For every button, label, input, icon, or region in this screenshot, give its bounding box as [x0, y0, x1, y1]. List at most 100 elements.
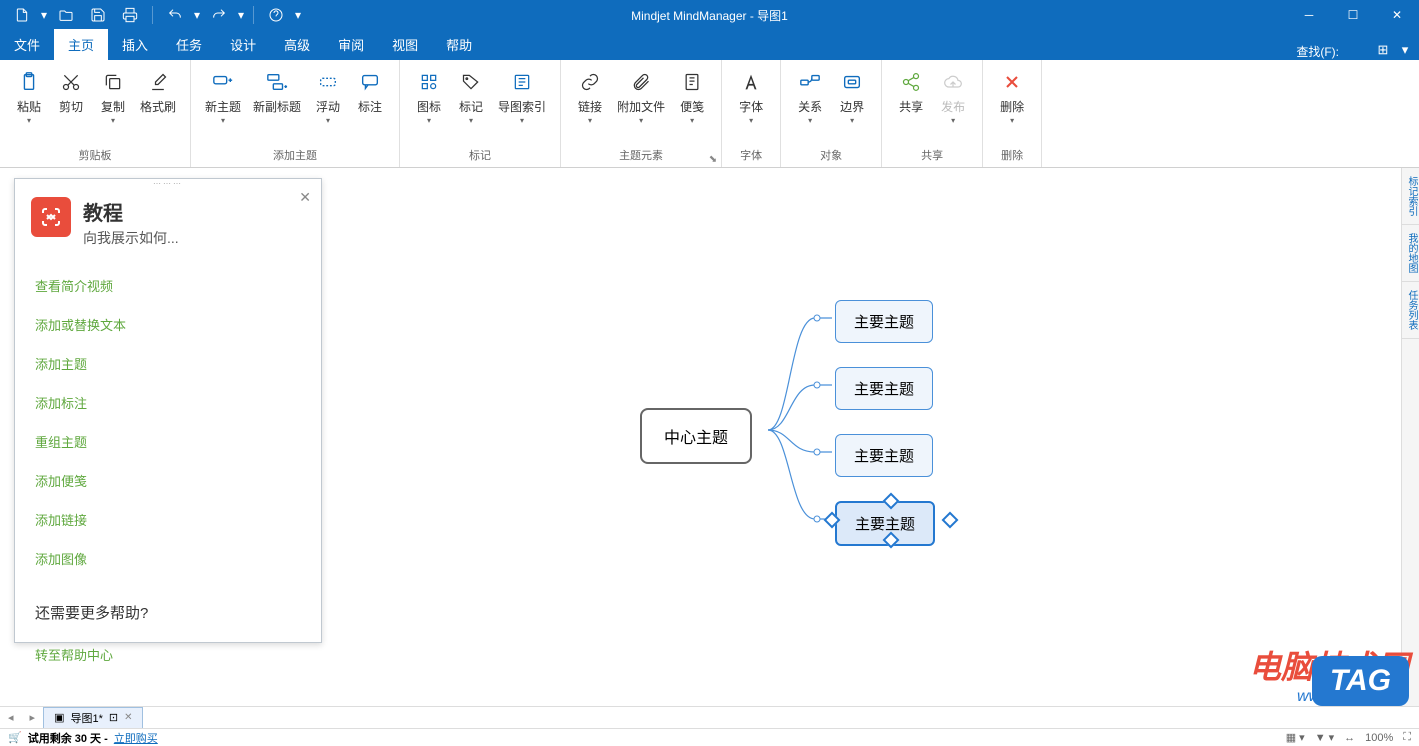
fullscreen-icon[interactable]: ⛶ [1403, 731, 1411, 744]
doctab-prev[interactable]: ◂ [0, 711, 22, 724]
tab-help[interactable]: 帮助 [432, 29, 486, 60]
tab-file[interactable]: 文件 [0, 29, 54, 60]
cut-button[interactable]: 剪切 [50, 66, 92, 116]
ribbon-group-markers: 图标▾ 标记▾ 导图索引▾ 标记 [400, 60, 561, 167]
search-area: 查找(F): [1296, 43, 1339, 60]
tutorial-help-center-link[interactable]: 转至帮助中心 [35, 635, 301, 674]
share-button[interactable]: 共享 [890, 66, 932, 116]
doctab-pin-icon[interactable]: ⊡ [109, 711, 118, 724]
central-topic[interactable]: 中心主题 [640, 408, 752, 464]
group-label-font: 字体 [722, 145, 780, 167]
trial-icon: 🛒 [8, 731, 22, 744]
maximize-button[interactable]: ☐ [1331, 0, 1375, 30]
quick-access-toolbar: ▾ ▾ ▾ ▾ [0, 3, 302, 27]
tab-review[interactable]: 审阅 [324, 29, 378, 60]
float-button[interactable]: 浮动▾ [307, 66, 349, 127]
redo-dropdown[interactable]: ▾ [237, 3, 245, 27]
attach-button[interactable]: 附加文件▾ [611, 66, 671, 127]
open-file-button[interactable] [52, 3, 80, 27]
tutorial-link-reorganize[interactable]: 重组主题 [35, 422, 301, 461]
tab-insert[interactable]: 插入 [108, 29, 162, 60]
doctab-close[interactable]: ✕ [124, 712, 132, 723]
new-file-dropdown[interactable]: ▾ [40, 3, 48, 27]
subtopic-2[interactable]: 主要主题 [835, 367, 933, 410]
link-button[interactable]: 链接▾ [569, 66, 611, 127]
document-tab-bar: ◂ ▸ ▣ 导图1* ⊡ ✕ [0, 706, 1419, 728]
new-file-button[interactable] [8, 3, 36, 27]
side-tab-markers[interactable]: 标记索引 [1402, 168, 1419, 225]
zoom-fit-icon[interactable]: ↔ [1344, 732, 1355, 744]
group-label-add-topic: 添加主题 [191, 145, 399, 167]
panel-drag-handle[interactable]: ⋯⋯⋯ [15, 179, 321, 187]
map-index-button[interactable]: 导图索引▾ [492, 66, 552, 127]
group-label-markers: 标记 [400, 145, 560, 167]
ribbon-group-delete: 删除▾ 删除 [983, 60, 1042, 167]
tutorial-title: 教程 [83, 197, 179, 226]
delete-button[interactable]: 删除▾ [991, 66, 1033, 127]
side-tab-mymaps[interactable]: 我的地图 [1402, 225, 1419, 282]
new-topic-button[interactable]: 新主题▾ [199, 66, 247, 127]
close-window-button[interactable]: ✕ [1375, 0, 1419, 30]
buy-link[interactable]: 立即购买 [114, 730, 158, 746]
relation-button[interactable]: 关系▾ [789, 66, 831, 127]
undo-dropdown[interactable]: ▾ [193, 3, 201, 27]
zoom-level[interactable]: 100% [1365, 732, 1393, 744]
tutorial-link-add-note[interactable]: 添加便笺 [35, 461, 301, 500]
ribbon-layout-icon[interactable]: ▾ [1395, 40, 1415, 60]
save-button[interactable] [84, 3, 112, 27]
filter-icon[interactable]: ▼ ▾ [1315, 731, 1334, 744]
redo-button[interactable] [205, 3, 233, 27]
elements-launcher[interactable]: ⬊ [709, 154, 717, 165]
tab-home[interactable]: 主页 [54, 29, 108, 60]
tutorial-link-add-callout[interactable]: 添加标注 [35, 383, 301, 422]
format-painter-button[interactable]: 格式刷 [134, 66, 182, 116]
new-subtopic-button[interactable]: 新副标题 [247, 66, 307, 116]
copy-button[interactable]: 复制▾ [92, 66, 134, 127]
tutorial-logo-icon [31, 197, 71, 237]
ribbon-group-add-topic: 新主题▾ 新副标题 浮动▾ 标注 添加主题 [191, 60, 400, 167]
tag-button[interactable]: 标记▾ [450, 66, 492, 127]
print-button[interactable] [116, 3, 144, 27]
ribbon: 粘贴▾ 剪切 复制▾ 格式刷 剪贴板 新主题▾ [0, 60, 1419, 168]
tab-design[interactable]: 设计 [216, 29, 270, 60]
tutorial-link-add-link[interactable]: 添加链接 [35, 500, 301, 539]
ribbon-options-icon[interactable]: ⊞ [1373, 40, 1393, 60]
tab-task[interactable]: 任务 [162, 29, 216, 60]
doctab-next[interactable]: ▸ [22, 711, 44, 724]
minimize-button[interactable]: ─ [1287, 0, 1331, 30]
group-label-object: 对象 [781, 145, 881, 167]
view-mode-icon[interactable]: ▦ ▾ [1286, 731, 1305, 744]
tutorial-link-intro-video[interactable]: 查看简介视频 [35, 266, 301, 305]
subtopic-3[interactable]: 主要主题 [835, 434, 933, 477]
icon-marker-button[interactable]: 图标▾ [408, 66, 450, 127]
tutorial-link-add-image[interactable]: 添加图像 [35, 539, 301, 578]
window-title: Mindjet MindManager - 导图1 [631, 7, 788, 24]
group-label-elements: 主题元素⬊ [561, 145, 721, 167]
tutorial-link-add-topic[interactable]: 添加主题 [35, 344, 301, 383]
publish-button: 发布▾ [932, 66, 974, 127]
help-dropdown[interactable]: ▾ [294, 3, 302, 27]
doctab-label: 导图1* [70, 710, 102, 726]
document-tab[interactable]: ▣ 导图1* ⊡ ✕ [43, 707, 143, 729]
undo-button[interactable] [161, 3, 189, 27]
statusbar: 🛒 试用剩余 30 天 - 立即购买 ▦ ▾ ▼ ▾ ↔ 100% ⛶ [0, 728, 1419, 746]
tab-view[interactable]: 视图 [378, 29, 432, 60]
panel-close-button[interactable]: ✕ [299, 189, 311, 206]
paste-button[interactable]: 粘贴▾ [8, 66, 50, 127]
ribbon-group-elements: 链接▾ 附加文件▾ 便笺▾ 主题元素⬊ [561, 60, 722, 167]
boundary-button[interactable]: 边界▾ [831, 66, 873, 127]
help-button[interactable] [262, 3, 290, 27]
tutorial-subtitle: 向我展示如何... [83, 228, 179, 248]
tutorial-link-replace-text[interactable]: 添加或替换文本 [35, 305, 301, 344]
side-tab-tasks[interactable]: 任务列表 [1402, 282, 1419, 339]
doctab-icon: ▣ [54, 711, 64, 724]
side-tab-bar: 标记索引 我的地图 任务列表 [1401, 168, 1419, 706]
ribbon-group-share: 共享 发布▾ 共享 [882, 60, 983, 167]
subtopic-1[interactable]: 主要主题 [835, 300, 933, 343]
font-button[interactable]: 字体▾ [730, 66, 772, 127]
tutorial-more-help: 还需要更多帮助? [15, 586, 321, 627]
note-button[interactable]: 便笺▾ [671, 66, 713, 127]
callout-button[interactable]: 标注 [349, 66, 391, 116]
tab-advanced[interactable]: 高级 [270, 29, 324, 60]
selection-handle-right[interactable] [942, 512, 959, 529]
